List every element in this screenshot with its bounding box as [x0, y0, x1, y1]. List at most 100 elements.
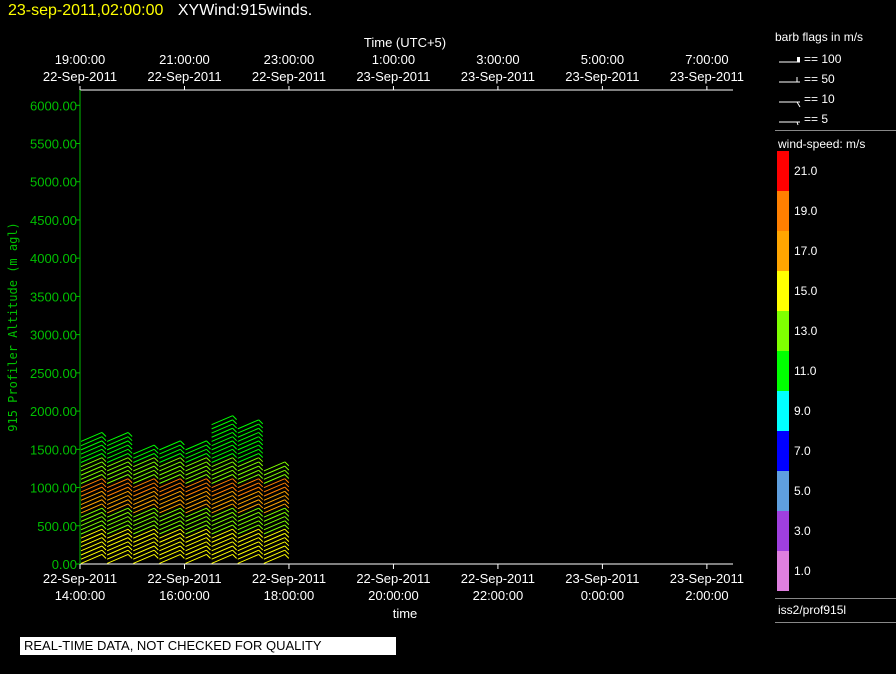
colorbar-segment — [777, 431, 789, 471]
wind-barb — [211, 495, 233, 506]
wind-barb-flag — [153, 457, 159, 463]
wind-barb — [133, 507, 155, 518]
wind-barb-flag — [127, 453, 133, 458]
wind-barb-flag — [258, 432, 264, 437]
wind-barb-flag — [284, 507, 290, 513]
wind-barb-flag — [180, 440, 185, 446]
wind-barb — [106, 457, 129, 468]
wind-barb-flag — [127, 528, 133, 534]
wind-barb-flag — [232, 419, 237, 425]
wind-barb-flag — [232, 469, 237, 475]
wind-barb — [133, 511, 155, 522]
wind-barb-flag — [153, 507, 159, 513]
wind-barb — [159, 486, 181, 497]
wind-barb — [237, 532, 259, 543]
top-tick-date: 23-Sep-2011 — [565, 69, 639, 84]
wind-barb-flag — [258, 461, 264, 467]
wind-barb — [263, 503, 286, 514]
wind-barb — [106, 511, 129, 522]
colorbar-segment — [777, 231, 789, 271]
wind-barb-flag — [206, 554, 211, 559]
wind-barb-flag — [258, 469, 264, 475]
wind-barb — [237, 499, 259, 510]
bottom-tick-time: 0:00:00 — [581, 588, 624, 603]
wind-barb-flag — [153, 474, 159, 479]
wind-barb-flag — [101, 528, 107, 534]
wind-barb — [211, 478, 233, 489]
wind-barb-flag — [232, 432, 237, 437]
wind-barb — [263, 537, 286, 548]
y-tick-label: 4500.00 — [30, 213, 77, 228]
wind-barb — [159, 507, 181, 518]
wind-barb-flag — [127, 465, 133, 471]
wind-barb-flag — [258, 465, 264, 471]
y-tick-label: 0.00 — [52, 557, 77, 572]
wind-barb — [211, 465, 233, 476]
wind-barb-flag — [101, 537, 107, 542]
wind-barb-flag — [284, 541, 290, 547]
wind-barb — [133, 478, 155, 489]
wind-barb-flag — [206, 474, 211, 479]
wind-barb-flag — [258, 499, 264, 505]
wind-barb-flag — [258, 478, 264, 484]
wind-barb-flag — [258, 490, 264, 496]
wind-barb — [106, 532, 129, 543]
barb-5-label: == 5 — [804, 112, 829, 126]
wind-barb-flag — [101, 444, 107, 450]
wind-barb — [185, 482, 207, 493]
wind-barb — [185, 537, 207, 548]
wind-barb-flag — [232, 423, 237, 429]
wind-barb — [80, 541, 103, 552]
wind-barb-flag — [258, 474, 264, 479]
wind-barb — [237, 545, 259, 556]
wind-barb — [106, 537, 129, 548]
wind-barb — [159, 553, 181, 564]
wind-barb-flag — [258, 545, 264, 551]
wind-barb — [237, 465, 259, 476]
wind-barb — [159, 495, 181, 506]
bottom-tick-date: 22-Sep-2011 — [147, 571, 221, 586]
colorbar-label: 3.0 — [794, 524, 811, 538]
colorbar-label: 13.0 — [794, 324, 818, 338]
wind-barb-flag — [258, 554, 264, 559]
wind-barb-flag — [284, 474, 290, 479]
wind-barb-flag — [284, 537, 290, 542]
wind-barb — [211, 415, 233, 426]
wind-barb-flag — [101, 554, 107, 559]
wind-barb — [185, 461, 207, 472]
wind-barb — [159, 448, 181, 459]
wind-barb — [185, 490, 207, 501]
wind-barb-flag — [127, 461, 133, 467]
wind-barb-flag — [232, 478, 237, 484]
wind-barb-flag — [284, 549, 290, 555]
wind-barb — [237, 469, 259, 480]
legend-divider — [775, 598, 896, 599]
wind-barb — [133, 545, 155, 556]
wind-barb — [263, 553, 286, 564]
wind-barb — [80, 553, 103, 564]
wind-barb-flag — [101, 533, 107, 538]
wind-barb — [106, 520, 129, 531]
wind-barb — [237, 511, 259, 522]
wind-barb — [237, 520, 259, 531]
wind-barb — [80, 490, 103, 501]
wind-barb — [263, 520, 286, 531]
bottom-tick-time: 16:00:00 — [159, 588, 210, 603]
barb-legend-header: barb flags in m/s — [775, 30, 864, 44]
wind-barb-flag — [153, 549, 159, 555]
wind-barb-flag — [180, 490, 185, 496]
wind-barb-flag — [180, 549, 185, 555]
wind-barb — [159, 524, 181, 535]
wind-barb-flag — [232, 448, 237, 454]
wind-barb — [133, 495, 155, 506]
wind-barb-flag — [101, 461, 107, 467]
wind-barb-flag — [206, 453, 211, 458]
wind-barb — [133, 486, 155, 497]
legend-divider — [775, 130, 896, 131]
wind-barb — [106, 432, 129, 442]
wind-barb — [211, 549, 233, 560]
wind-barb — [237, 436, 259, 447]
wind-barb-flag — [153, 554, 159, 559]
wind-barb-flag — [206, 545, 211, 551]
wind-barb-flag — [232, 474, 237, 479]
